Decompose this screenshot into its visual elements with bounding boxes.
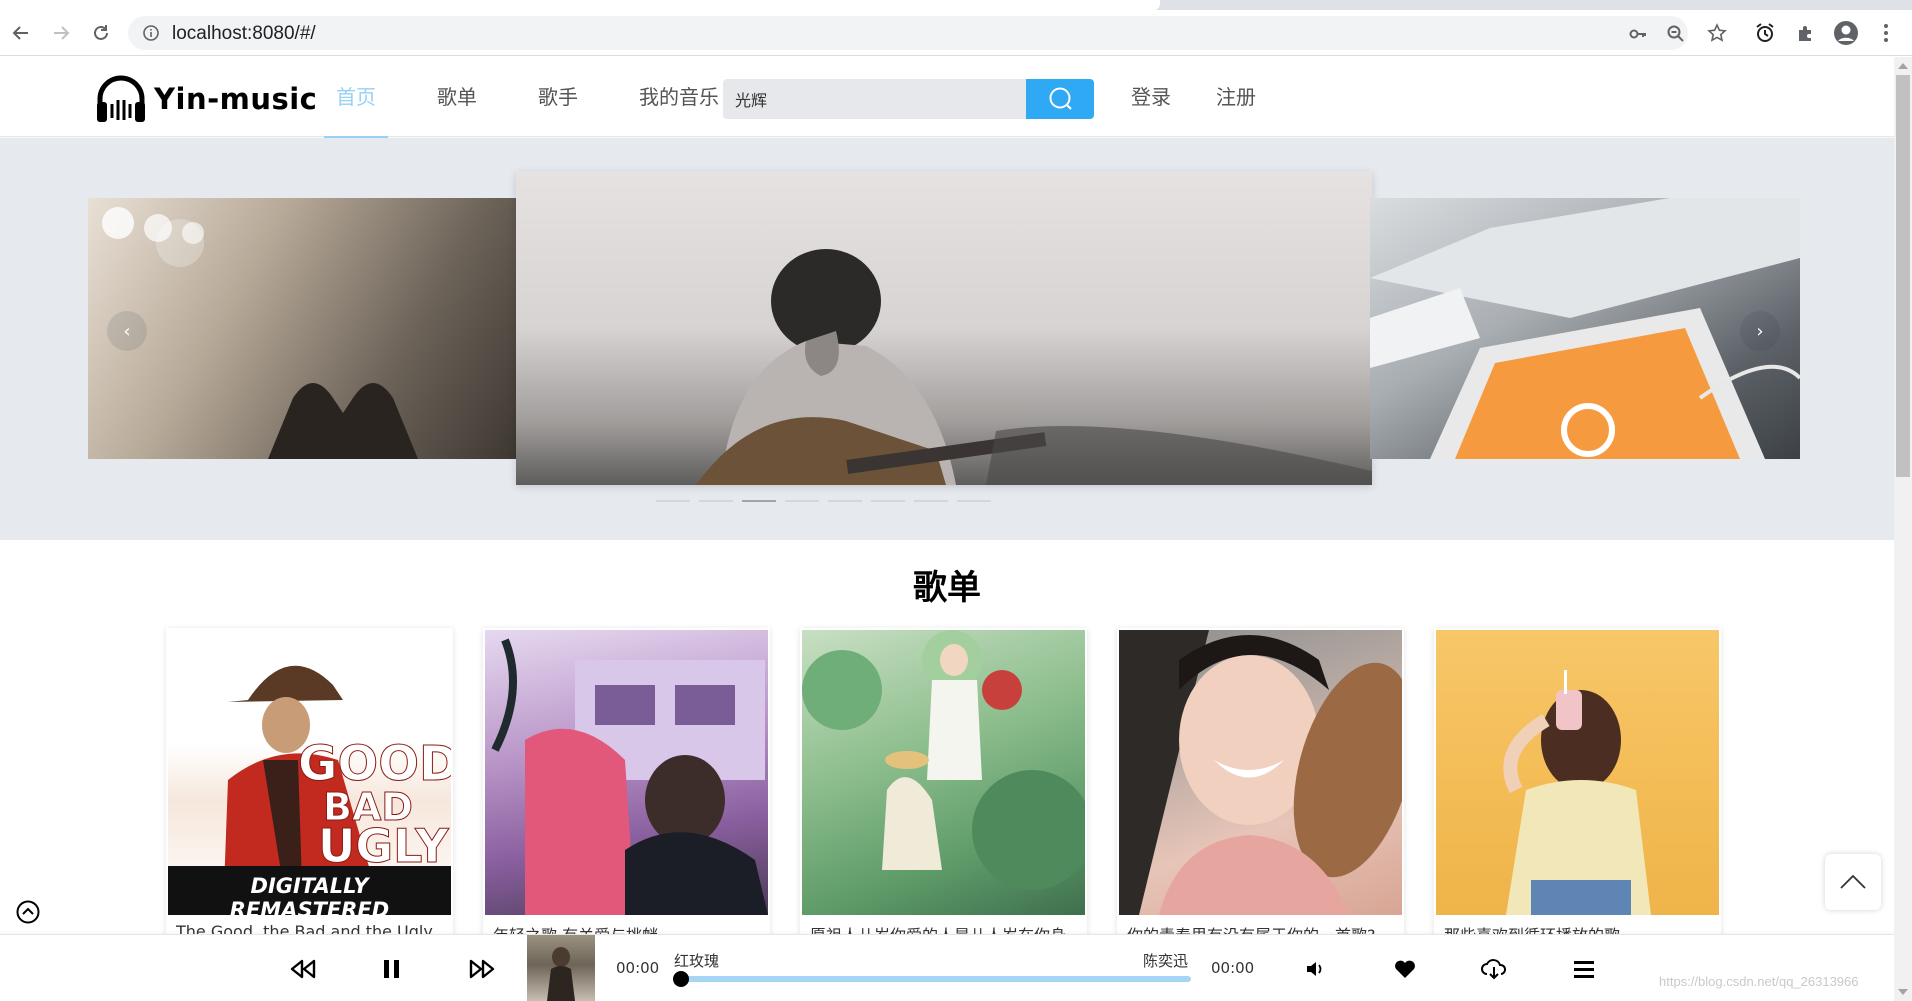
csdn-watermark: https://blog.csdn.net/qq_26313966: [1659, 974, 1859, 989]
auth-links: 登录 注册: [1131, 57, 1301, 137]
phone-headphones-image: [1370, 198, 1800, 459]
address-url: localhost:8080/#/: [172, 23, 316, 44]
boy-with-guitar-image: [696, 249, 1372, 485]
browser-toolbar: localhost:8080/#/: [0, 10, 1912, 56]
circle-chevron-up-icon: [16, 900, 40, 924]
carousel-indicator[interactable]: [871, 500, 905, 502]
concert-hands-image: [102, 207, 418, 459]
search-input[interactable]: [723, 79, 1026, 119]
playlist-cover: [802, 630, 1087, 915]
search-icon: [1049, 87, 1072, 110]
back-icon[interactable]: [8, 20, 34, 46]
section-title-playlists: 歌单: [913, 568, 981, 608]
login-link[interactable]: 登录: [1131, 57, 1171, 137]
nav-item-singers[interactable]: 歌手: [526, 57, 590, 137]
svg-text:UGLY: UGLY: [318, 819, 449, 873]
playlist-menu-button[interactable]: [1568, 953, 1600, 985]
scroll-up-arrow-icon[interactable]: [1898, 63, 1908, 69]
main-nav: 首页 歌单 歌手 我的音乐: [324, 57, 768, 140]
nav-item-home[interactable]: 首页: [324, 57, 388, 140]
forward-icon[interactable]: [48, 20, 74, 46]
carousel-slide-phone[interactable]: [1370, 198, 1800, 459]
playlist-cover: [1119, 630, 1404, 915]
pause-icon: [384, 960, 399, 978]
address-bar[interactable]: localhost:8080/#/: [128, 16, 1688, 50]
playlist-cards: GOOD BAD UGLY DIGITALLY REMASTERED The G…: [166, 628, 1751, 948]
banner-carousel: ‹ ›: [0, 138, 1894, 540]
nav-item-my-music[interactable]: 我的音乐: [627, 57, 731, 137]
svg-text:GOOD: GOOD: [298, 736, 451, 792]
playlist-card[interactable]: 愿祖人儿岁你爱的人是儿人岁在你身: [800, 628, 1087, 948]
album-cover-thumbnail[interactable]: [527, 935, 595, 1001]
playlist-cover: GOOD BAD UGLY DIGITALLY REMASTERED: [168, 630, 453, 922]
back-to-top-button[interactable]: [1825, 854, 1881, 910]
song-title: 红玫瑰: [674, 952, 720, 970]
playlist-card[interactable]: GOOD BAD UGLY DIGITALLY REMASTERED The G…: [166, 628, 453, 948]
music-player-bar: 00:00 红玫瑰 陈奕迅 00:00: [0, 934, 1894, 1001]
heart-icon: [1395, 960, 1415, 978]
volume-button[interactable]: [1299, 953, 1331, 985]
carousel-indicator[interactable]: [656, 500, 690, 502]
playlist-card[interactable]: 你的青春里有没有属于你的一首歌?: [1117, 628, 1404, 948]
carousel-slide-guitar[interactable]: [516, 171, 1372, 485]
browser-tab-strip: [0, 0, 1912, 10]
nav-item-playlists[interactable]: 歌单: [425, 57, 489, 137]
chevron-up-icon: [1840, 874, 1866, 889]
site-info-icon[interactable]: [142, 24, 160, 46]
carousel-indicator-active[interactable]: [742, 500, 776, 502]
carousel-indicator[interactable]: [785, 500, 819, 502]
site-header: Yin-music 首页 歌单 歌手 我的音乐 登录 注册: [0, 57, 1894, 140]
player-toggle-button[interactable]: [16, 900, 40, 924]
extensions-puzzle-icon[interactable]: [1793, 20, 1819, 46]
playlist-cover: [485, 630, 768, 915]
reload-icon[interactable]: [88, 20, 114, 46]
next-track-button[interactable]: [466, 953, 498, 985]
download-button[interactable]: [1478, 953, 1510, 985]
like-button[interactable]: [1389, 953, 1421, 985]
carousel-indicator[interactable]: [957, 500, 991, 502]
playlist-cover: [1436, 630, 1719, 915]
search-button[interactable]: [1026, 79, 1094, 119]
headphones-logo-icon: [97, 75, 145, 122]
song-artist: 陈奕迅: [1143, 952, 1189, 970]
fast-forward-icon: [469, 959, 495, 979]
alarm-extension-icon[interactable]: [1752, 20, 1778, 46]
progress-bar[interactable]: [673, 971, 1191, 987]
register-link[interactable]: 注册: [1216, 57, 1256, 137]
carousel-indicator[interactable]: [699, 500, 733, 502]
page-scrollbar[interactable]: [1894, 57, 1912, 1001]
rewind-icon: [290, 959, 316, 979]
carousel-indicator[interactable]: [914, 500, 948, 502]
progress-handle[interactable]: [673, 971, 689, 987]
browser-menu-icon[interactable]: [1873, 20, 1899, 46]
key-icon[interactable]: [1628, 24, 1648, 44]
brand-name: Yin-music: [154, 82, 318, 116]
playlist-card[interactable]: 年轻之歌 有关爱与挑衅: [483, 628, 770, 948]
volume-icon: [1307, 962, 1322, 976]
zoom-icon[interactable]: [1666, 24, 1686, 44]
carousel-indicator[interactable]: [828, 500, 862, 502]
bookmark-star-icon[interactable]: [1704, 20, 1730, 46]
browser-active-tab[interactable]: [0, 0, 1160, 10]
playlist-card[interactable]: 那些喜欢到循环播放的歌: [1434, 628, 1721, 948]
carousel-prev-button[interactable]: ‹: [107, 311, 147, 351]
carousel-slide-concert[interactable]: [88, 198, 518, 459]
search-box: [723, 79, 1094, 119]
remastered-banner-text: DIGITALLY REMASTERED: [229, 874, 390, 922]
site-logo[interactable]: Yin-music: [94, 71, 317, 127]
previous-track-button[interactable]: [287, 953, 319, 985]
total-time: 00:00: [1211, 959, 1255, 977]
carousel-next-button[interactable]: ›: [1740, 311, 1780, 351]
carousel-indicators: [656, 500, 1000, 502]
current-time: 00:00: [616, 959, 660, 977]
scroll-down-arrow-icon[interactable]: [1898, 989, 1908, 995]
menu-list-icon: [1574, 961, 1594, 978]
pause-button[interactable]: [376, 953, 408, 985]
profile-avatar-icon[interactable]: [1833, 20, 1859, 46]
scrollbar-thumb[interactable]: [1896, 75, 1910, 477]
cloud-download-icon: [1481, 959, 1507, 980]
